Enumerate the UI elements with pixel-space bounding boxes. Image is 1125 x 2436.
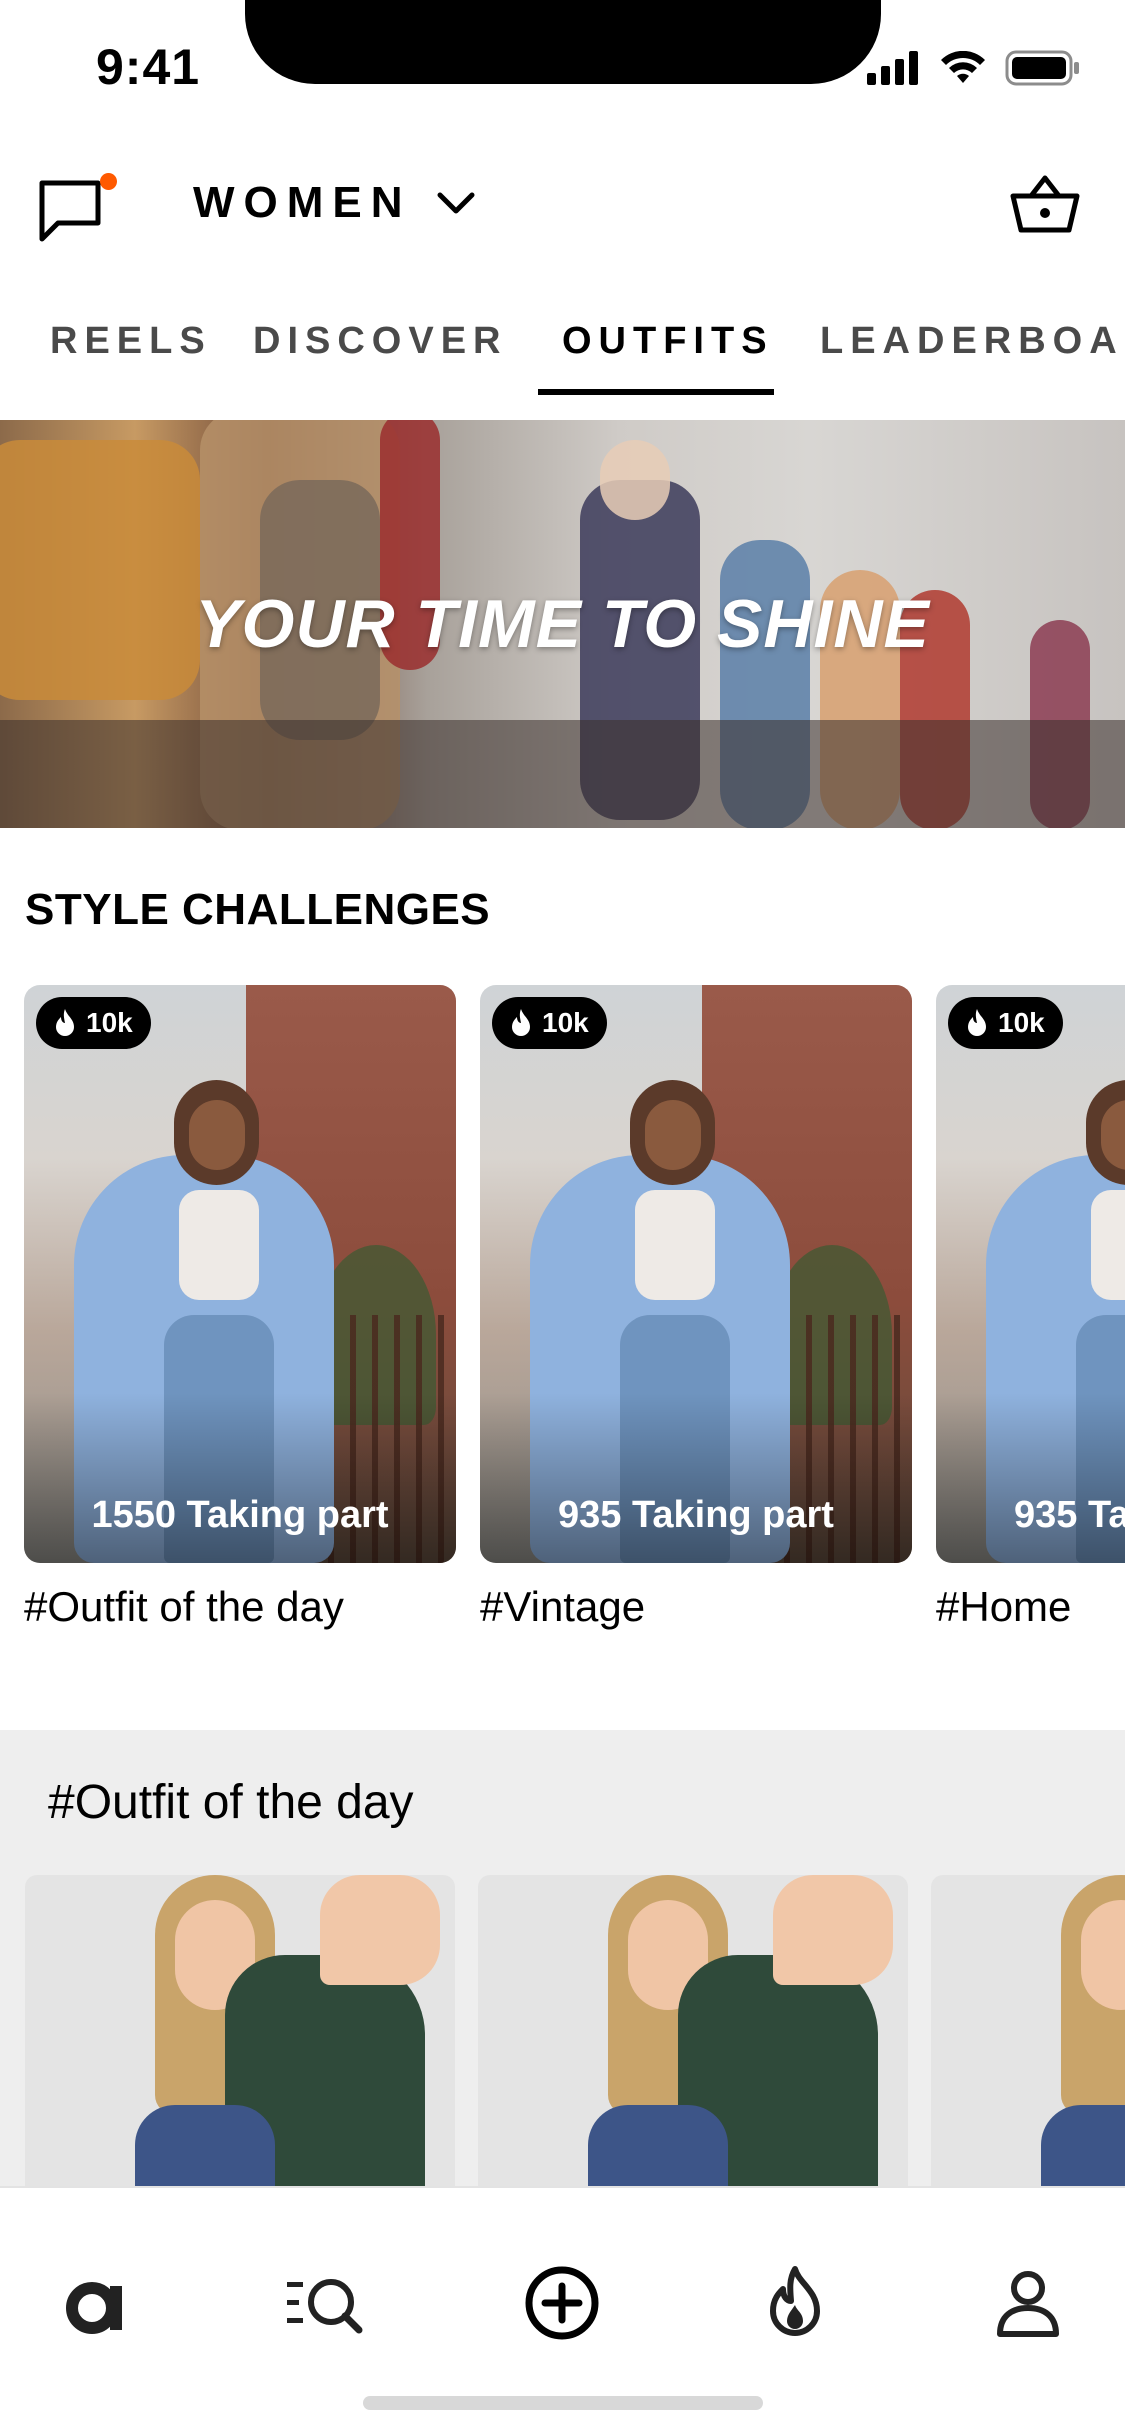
device-notch bbox=[245, 0, 881, 84]
battery-icon bbox=[1005, 50, 1079, 86]
asos-a-icon bbox=[66, 2282, 122, 2334]
home-indicator bbox=[363, 2396, 763, 2410]
status-icons bbox=[867, 50, 1081, 86]
taking-part-count: 935 Taking part bbox=[558, 1494, 834, 1536]
outfit-of-the-day-section: #Outfit of the day bbox=[0, 1730, 1125, 2190]
chevron-down-icon bbox=[437, 192, 475, 214]
challenge-image: 10k 935 Taking part bbox=[936, 985, 1125, 1563]
badge-count: 10k bbox=[998, 1007, 1045, 1038]
outfit-card[interactable] bbox=[931, 1875, 1125, 2190]
challenge-card[interactable]: 10k 1550 Taking part #Outfit of the day bbox=[24, 985, 456, 1631]
challenge-tag[interactable]: #Vintage bbox=[480, 1583, 912, 1631]
tab-outfits[interactable]: OUTFITS bbox=[562, 320, 774, 363]
search-list-icon bbox=[287, 2279, 363, 2334]
flame-icon bbox=[512, 1009, 530, 1036]
challenge-card[interactable]: 10k 935 Taking part #Home bbox=[936, 985, 1125, 1631]
outfit-card[interactable] bbox=[478, 1875, 908, 2190]
status-bar: 9:41 bbox=[0, 0, 1125, 140]
badge-count: 10k bbox=[542, 1007, 589, 1038]
tab-reels[interactable]: REELS bbox=[50, 320, 212, 363]
active-tab-indicator bbox=[538, 389, 774, 395]
signal-icon bbox=[867, 51, 918, 85]
app-header: WOMEN bbox=[0, 150, 1125, 260]
nav-home[interactable] bbox=[52, 2258, 142, 2348]
bottom-navigation bbox=[0, 2186, 1125, 2436]
taking-part-count: 935 Taking part bbox=[1014, 1494, 1125, 1536]
gender-label: WOMEN bbox=[193, 178, 412, 227]
flame-icon bbox=[968, 1009, 986, 1036]
nav-profile[interactable] bbox=[983, 2258, 1073, 2348]
wifi-icon bbox=[941, 51, 985, 83]
chat-bubble-icon bbox=[39, 180, 101, 242]
taking-part-count: 1550 Taking part bbox=[91, 1494, 389, 1536]
nav-add[interactable] bbox=[517, 2258, 607, 2348]
nav-search[interactable] bbox=[282, 2258, 372, 2348]
basket-button[interactable] bbox=[1009, 170, 1089, 245]
section-tabs: REELS DISCOVER OUTFITS LEADERBOARD bbox=[0, 300, 1125, 400]
style-challenges-title: STYLE CHALLENGES bbox=[25, 885, 491, 934]
plus-circle-icon bbox=[525, 2266, 599, 2340]
profile-icon bbox=[997, 2271, 1059, 2337]
status-time: 9:41 bbox=[96, 39, 201, 95]
challenge-tag[interactable]: #Home bbox=[936, 1583, 1125, 1631]
tab-discover[interactable]: DISCOVER bbox=[253, 320, 507, 363]
challenge-image: 10k 1550 Taking part bbox=[24, 985, 456, 1563]
popularity-badge: 10k bbox=[36, 997, 151, 1049]
tab-leaderboard[interactable]: LEADERBOARD bbox=[820, 320, 1125, 363]
nav-trending[interactable] bbox=[750, 2258, 840, 2348]
gender-selector[interactable]: WOMEN bbox=[193, 178, 476, 228]
style-challenges-carousel[interactable]: 10k 1550 Taking part #Outfit of the day … bbox=[0, 985, 1125, 1645]
badge-count: 10k bbox=[86, 1007, 133, 1038]
hero-banner[interactable]: YOUR TIME TO SHINE bbox=[0, 420, 1125, 828]
flame-icon bbox=[56, 1009, 74, 1036]
outfit-section-title: #Outfit of the day bbox=[48, 1776, 414, 1829]
popularity-badge: 10k bbox=[948, 997, 1063, 1049]
hero-title: YOUR TIME TO SHINE bbox=[195, 586, 930, 662]
notification-dot bbox=[100, 173, 117, 190]
challenge-tag[interactable]: #Outfit of the day bbox=[24, 1583, 456, 1631]
challenge-image: 10k 935 Taking part bbox=[480, 985, 912, 1563]
flame-icon bbox=[770, 2266, 820, 2336]
outfit-card[interactable] bbox=[25, 1875, 455, 2190]
popularity-badge: 10k bbox=[492, 997, 607, 1049]
messages-button[interactable] bbox=[36, 165, 126, 245]
basket-icon bbox=[1010, 175, 1080, 233]
challenge-card[interactable]: 10k 935 Taking part #Vintage bbox=[480, 985, 912, 1631]
